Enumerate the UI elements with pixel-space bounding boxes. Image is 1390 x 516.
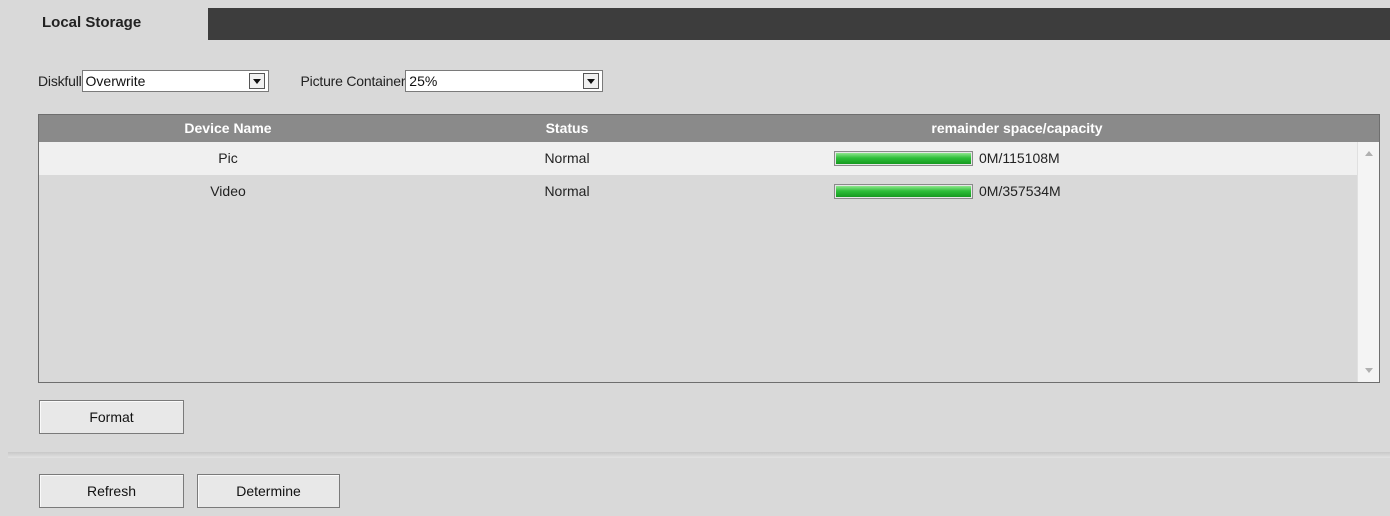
table-row[interactable]: Pic Normal 0M/115108M [39,142,1357,175]
device-table: Device Name Status remainder space/capac… [38,114,1380,383]
capacity-bar-fill [836,153,971,164]
picture-container-select[interactable]: 25% [405,70,604,92]
diskfull-select[interactable]: Overwrite [81,70,269,92]
column-header-device-name: Device Name [184,120,272,136]
capacity-text: 0M/115108M [979,150,1060,166]
storage-options: Diskfull Overwrite Picture Container 25% [38,70,604,92]
section-divider [8,452,1390,458]
device-name: Video [210,183,246,199]
scroll-down-icon[interactable] [1365,368,1373,373]
scroll-up-icon[interactable] [1365,151,1373,156]
tab-bar: Local Storage [8,8,1390,40]
capacity-bar [834,151,973,166]
column-header-status: Status [545,120,589,136]
device-status: Normal [544,183,590,199]
device-status: Normal [544,150,590,166]
picture-container-value: 25% [409,73,438,89]
capacity-bar [834,184,973,199]
chevron-down-icon[interactable] [248,73,265,89]
table-header: Device Name Status remainder space/capac… [39,115,1379,142]
chevron-down-icon[interactable] [583,73,600,89]
device-name: Pic [218,150,238,166]
determine-button[interactable]: Determine [197,474,340,508]
table-row[interactable]: Video Normal 0M/357534M [39,175,1357,208]
table-scrollbar[interactable] [1357,142,1379,382]
capacity-text: 0M/357534M [979,183,1061,199]
tab-local-storage[interactable]: Local Storage [8,8,208,40]
diskfull-value: Overwrite [85,73,146,89]
refresh-button[interactable]: Refresh [39,474,184,508]
format-button[interactable]: Format [39,400,184,434]
capacity-bar-fill [836,186,971,197]
picture-container-label: Picture Container [300,73,406,89]
column-header-capacity: remainder space/capacity [931,120,1103,136]
diskfull-label: Diskfull [38,73,82,89]
